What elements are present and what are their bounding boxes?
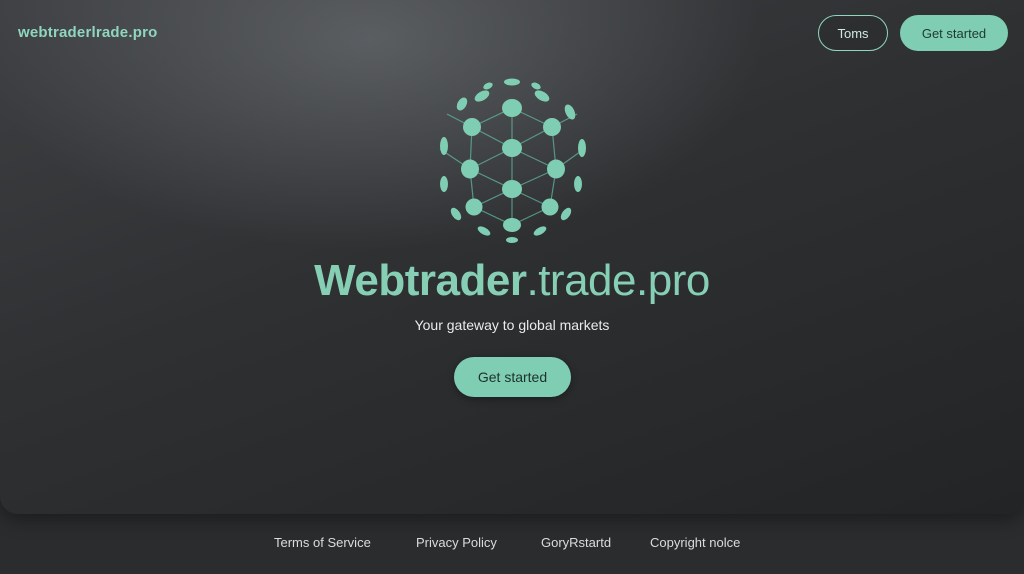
hero-title-rest: .trade.pro xyxy=(526,256,710,305)
hero-title-bold: Webtrader xyxy=(314,256,527,305)
globe-network-icon xyxy=(439,78,586,243)
hero-title: Webtrader.trade.pro xyxy=(0,256,1024,306)
get-started-header-button[interactable]: Get started xyxy=(900,15,1008,51)
get-started-cta-button[interactable]: Get started xyxy=(454,357,571,397)
hero-panel: webtraderlrade.pro Toms Get started Webt… xyxy=(0,0,1024,514)
footer-link-terms[interactable]: Terms of Service xyxy=(274,535,371,550)
footer-link-copyright[interactable]: Copyright nolce xyxy=(650,535,740,550)
footer-link-privacy[interactable]: Privacy Policy xyxy=(416,535,497,550)
terms-button[interactable]: Toms xyxy=(818,15,888,51)
footer-link-get-started[interactable]: GoryRstartd xyxy=(541,535,611,550)
hero-tagline: Your gateway to global markets xyxy=(414,317,610,333)
brand-logo-text[interactable]: webtraderlrade.pro xyxy=(18,24,157,41)
